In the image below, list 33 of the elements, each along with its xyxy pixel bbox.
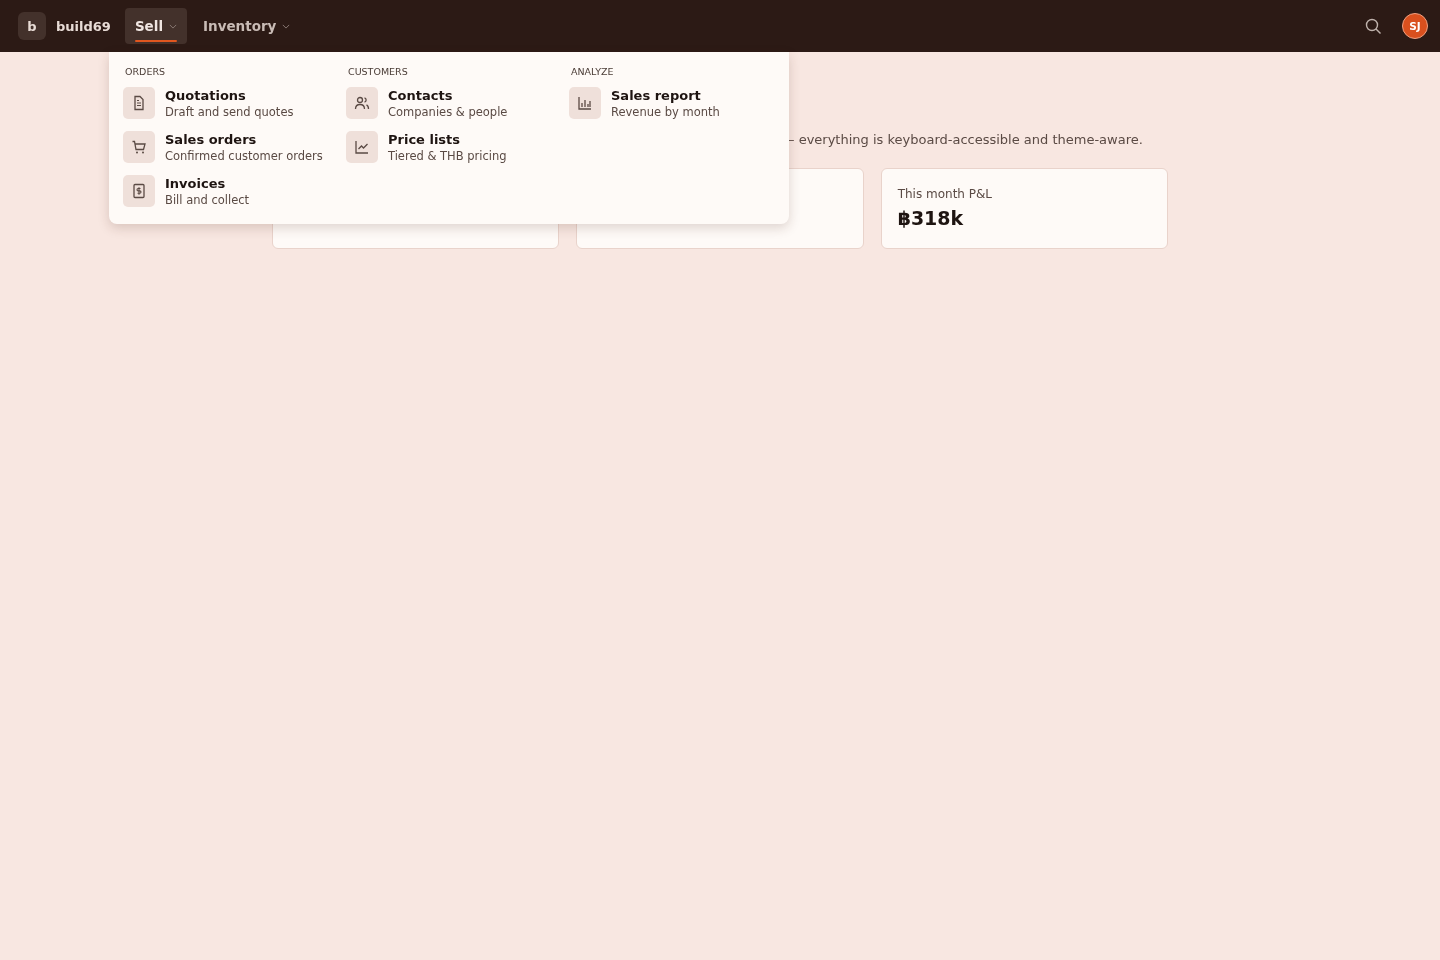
- people-icon: [354, 95, 370, 111]
- active-indicator: [134, 40, 177, 42]
- menu-item-description: Confirmed customer orders: [165, 149, 323, 163]
- brand-name[interactable]: build69: [56, 18, 111, 34]
- stat-label: This month P&L: [897, 187, 994, 201]
- menu-item-description: Companies & people: [388, 105, 508, 119]
- search-icon[interactable]: [1365, 17, 1382, 35]
- menu-item[interactable]: Invoices: [165, 176, 250, 191]
- chevron-down-icon: [169, 23, 177, 29]
- line-chart-icon: [354, 139, 370, 155]
- menu-item-description: Revenue by month: [611, 105, 720, 119]
- nav-menu[interactable]: Inventory: [193, 8, 301, 44]
- menu-item-description: Bill and collect: [165, 193, 250, 207]
- menu-item[interactable]: Sales orders: [165, 132, 323, 147]
- logo[interactable]: b: [18, 12, 46, 40]
- cart-icon: [131, 139, 147, 155]
- menu-item-description: Draft and send quotes: [165, 105, 294, 119]
- bar-chart-icon: [577, 95, 593, 111]
- invoice-icon: [131, 183, 147, 199]
- menu-item[interactable]: Price lists: [388, 132, 507, 147]
- page-description: – everything is keyboard-accessible and theme-aware.: [788, 132, 1143, 147]
- section-heading: ORDERS: [124, 66, 167, 77]
- section-heading: ANALYZE: [570, 66, 615, 77]
- menu-item[interactable]: Quotations: [165, 88, 294, 103]
- section-heading: CUSTOMERS: [347, 66, 409, 77]
- chevron-down-icon: [282, 23, 291, 29]
- document-icon: [131, 95, 147, 111]
- user-avatar[interactable]: SJ: [1402, 13, 1428, 39]
- menu-item[interactable]: Contacts: [388, 88, 508, 103]
- stat-value: ฿318k: [897, 207, 965, 229]
- menu-item-description: Tiered & THB pricing: [388, 149, 507, 163]
- nav-menu[interactable]: Sell: [124, 8, 187, 44]
- menu-item[interactable]: Sales report: [611, 88, 720, 103]
